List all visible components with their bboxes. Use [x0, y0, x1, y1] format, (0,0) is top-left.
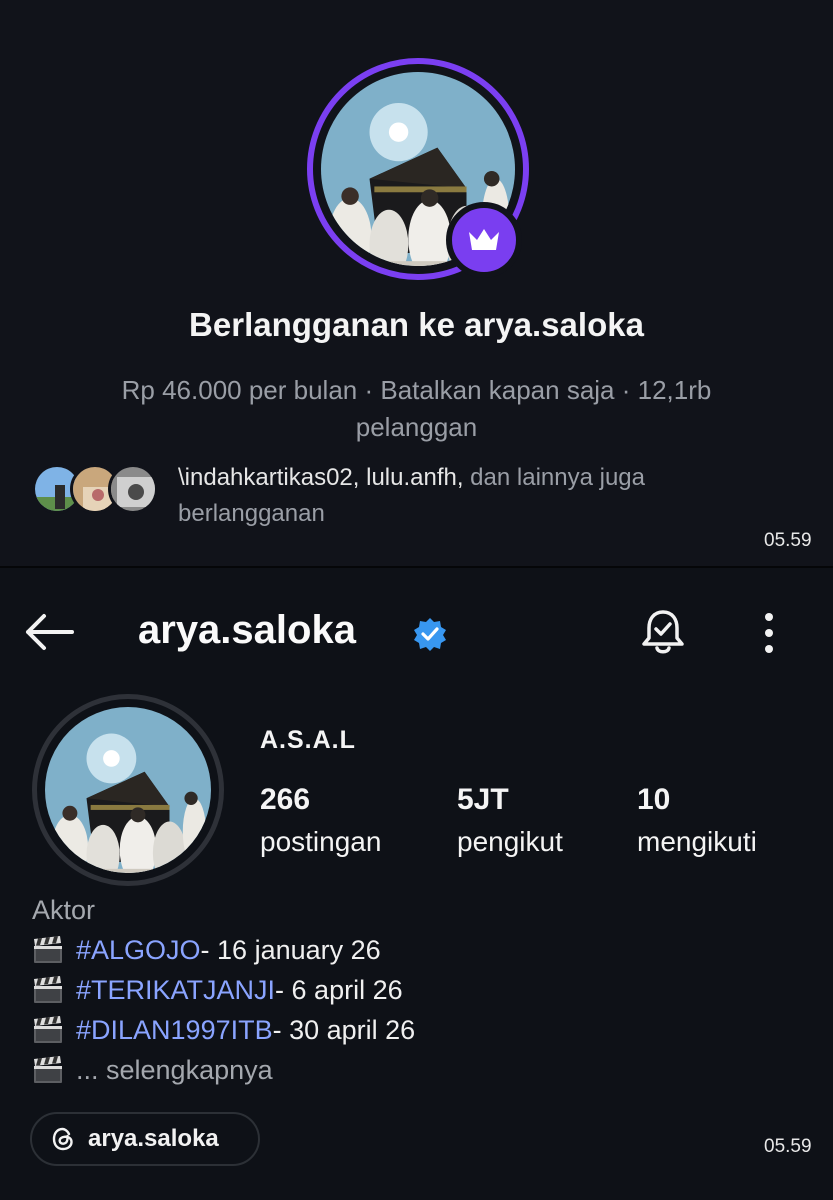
- profile-display-name: A.S.A.L: [260, 726, 356, 754]
- bio-date: - 6 april 26: [275, 975, 403, 1005]
- timestamp: 05.59: [764, 1136, 812, 1157]
- hashtag-link[interactable]: #DILAN1997ITB: [76, 1010, 273, 1050]
- subscribers-row[interactable]: \indahkartikas02, lulu.anfh, dan lainnya…: [32, 460, 772, 527]
- stat-following[interactable]: 10 mengikuti: [637, 780, 757, 862]
- back-button[interactable]: [24, 612, 76, 652]
- profile-bio: Aktor #ALGOJO - 16 january 26 #TERIKATJA…: [32, 890, 792, 1090]
- stat-followers-label: pengikut: [457, 826, 563, 857]
- hashtag-link[interactable]: #ALGOJO: [76, 930, 201, 970]
- stat-posts[interactable]: 266 postingan: [260, 780, 381, 862]
- avatar: [108, 464, 158, 514]
- subscription-panel: Berlangganan ke arya.saloka Rp 46.000 pe…: [0, 0, 833, 568]
- bio-category: Aktor: [32, 895, 96, 925]
- bio-line: #ALGOJO - 16 january 26: [32, 930, 792, 970]
- more-options-button[interactable]: [752, 612, 786, 654]
- crown-icon: [446, 202, 522, 278]
- stat-following-value: 10: [637, 783, 671, 816]
- threads-icon: [52, 1127, 73, 1151]
- subscription-info: Rp 46.000 per bulan · Batalkan kapan saj…: [121, 375, 712, 442]
- profile-username: arya.saloka: [138, 608, 356, 652]
- threads-profile-link[interactable]: arya.saloka: [30, 1112, 260, 1166]
- timestamp: 05.59: [764, 530, 812, 551]
- bio-line: ... selengkapnya: [32, 1050, 792, 1090]
- hashtag-link[interactable]: #TERIKATJANJI: [76, 970, 275, 1010]
- stat-followers[interactable]: 5JT pengikut: [457, 780, 563, 862]
- bio-line: #DILAN1997ITB - 30 april 26: [32, 1010, 792, 1050]
- stat-posts-value: 266: [260, 783, 311, 816]
- clapper-board-icon: [32, 975, 64, 1005]
- bio-date: - 30 april 26: [272, 1015, 416, 1045]
- more-vertical-icon: [765, 613, 773, 653]
- see-more-link[interactable]: ... selengkapnya: [76, 1050, 273, 1090]
- arrow-left-icon: [26, 614, 74, 650]
- stat-following-label: mengikuti: [637, 826, 757, 857]
- bio-date: - 16 january 26: [200, 935, 381, 965]
- verified-badge-icon: [412, 616, 448, 652]
- clapper-board-icon: [32, 1055, 64, 1085]
- subscribers-names[interactable]: \indahkartikas02, lulu.anfh,: [178, 464, 464, 491]
- clapper-board-icon: [32, 1015, 64, 1045]
- stat-posts-label: postingan: [260, 826, 382, 857]
- threads-handle: arya.saloka: [88, 1125, 219, 1152]
- avatar: [45, 707, 211, 873]
- profile-avatar[interactable]: [32, 694, 224, 886]
- clapper-board-icon: [32, 935, 64, 965]
- bio-line: #TERIKATJANJI - 6 april 26: [32, 970, 792, 1010]
- notification-bell-icon: [642, 610, 684, 654]
- stat-followers-value: 5JT: [457, 783, 509, 816]
- subscription-title: Berlangganan ke arya.saloka: [189, 306, 644, 343]
- notification-bell-button[interactable]: [637, 606, 689, 658]
